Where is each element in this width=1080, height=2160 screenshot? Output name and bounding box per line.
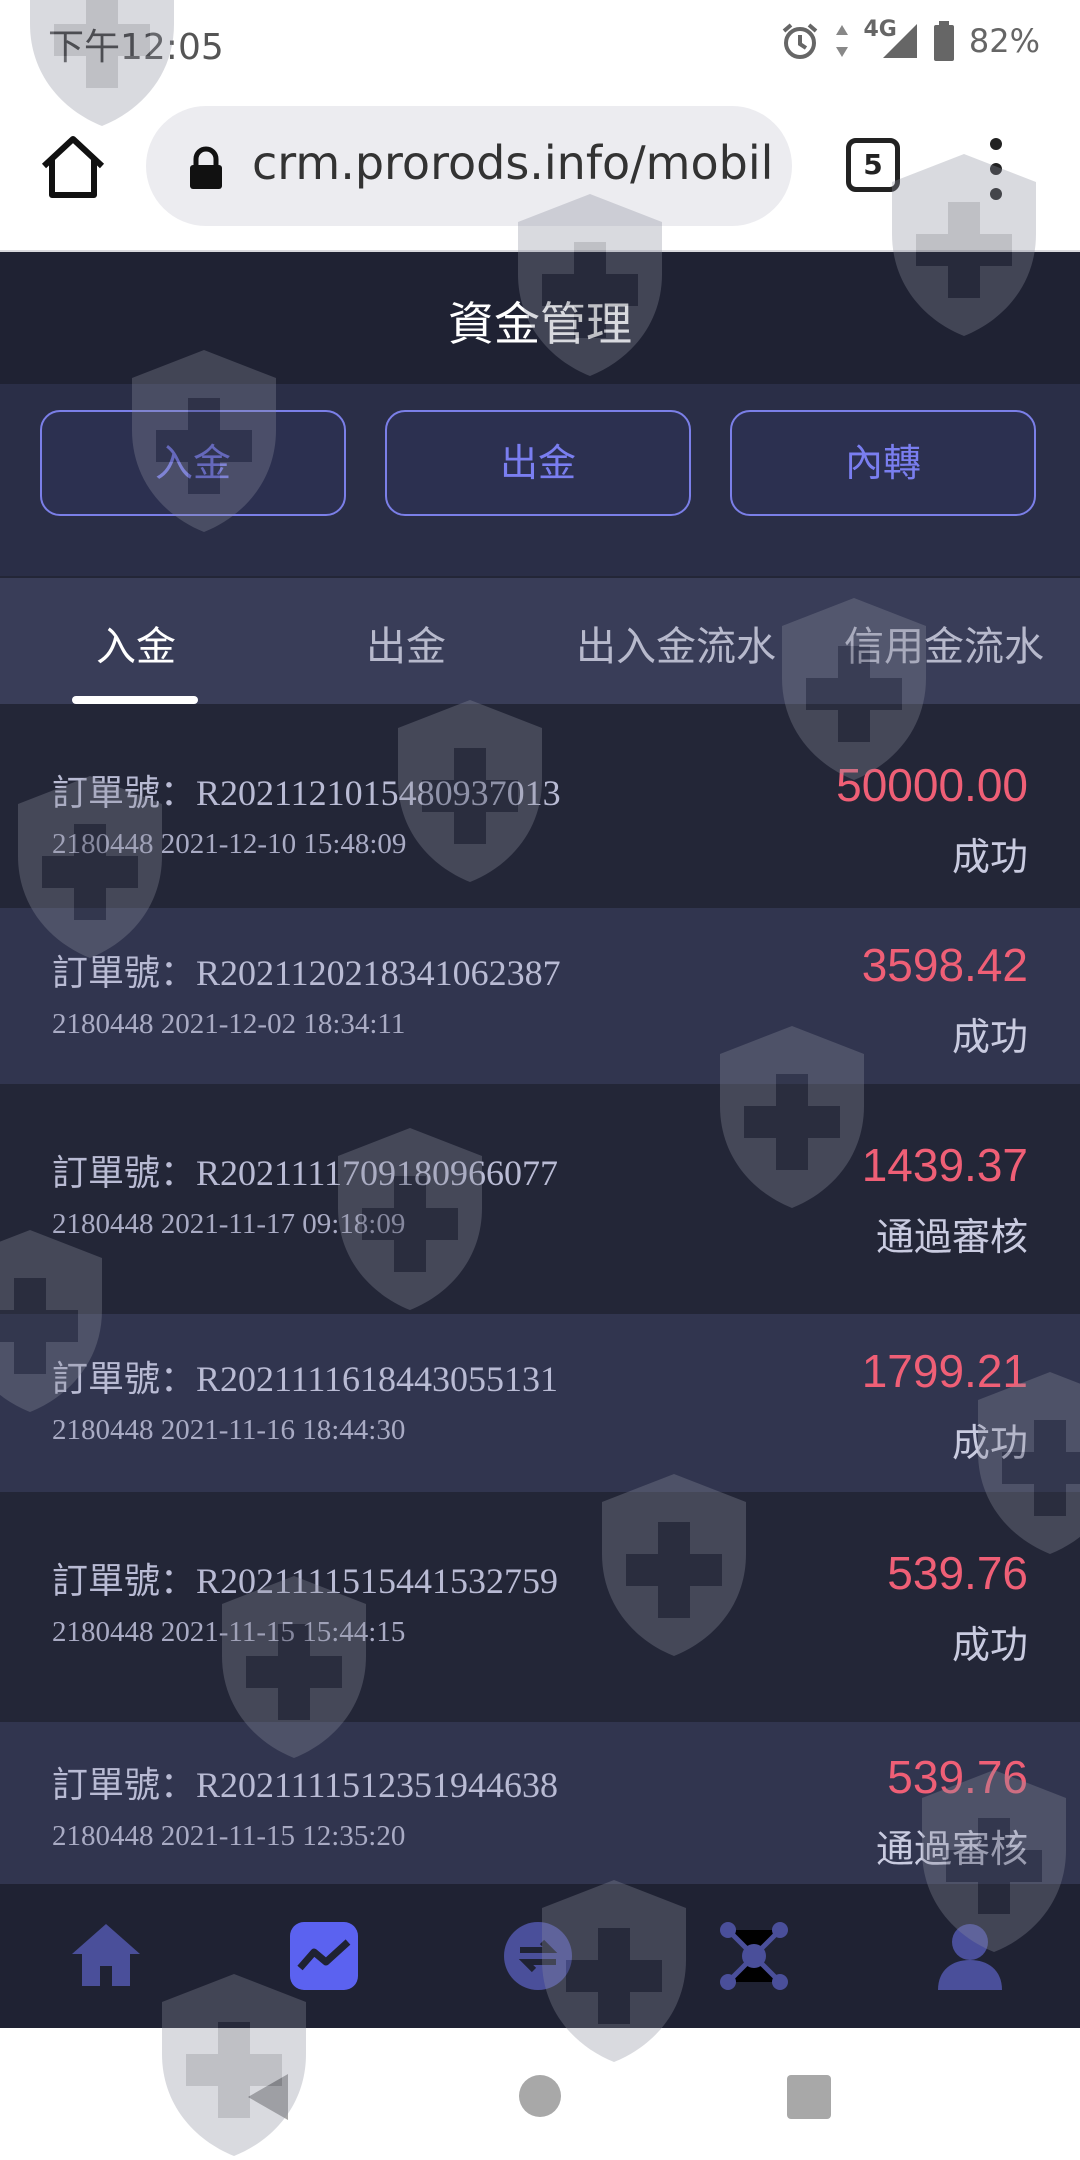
data-arrows-icon xyxy=(835,25,848,57)
account-id: 2180448 xyxy=(52,1820,154,1852)
account-id: 2180448 xyxy=(52,1208,154,1240)
status-icons: 4G 82% xyxy=(780,16,1040,66)
order-status: 通過審核 xyxy=(875,1215,1028,1259)
battery-icon xyxy=(933,21,954,61)
order-amount: 539.76 xyxy=(887,1547,1028,1599)
order-amount: 3598.42 xyxy=(861,939,1028,991)
back-icon[interactable] xyxy=(244,2072,290,2122)
list-item[interactable]: 訂單號：R2021111515441532759 2180448 2021-11… xyxy=(0,1492,1080,1722)
tab-deposit[interactable]: 入金 xyxy=(96,614,176,672)
order-status: 成功 xyxy=(951,1623,1028,1667)
status-time: 下午12:05 xyxy=(48,27,224,68)
order-status: 成功 xyxy=(951,1015,1028,1059)
recents-icon[interactable] xyxy=(786,2074,832,2120)
order-datetime: 2021-11-15 15:44:15 xyxy=(160,1616,406,1648)
withdraw-button[interactable]: 出金 xyxy=(385,410,691,516)
app-header: 資金管理 xyxy=(0,252,1080,384)
home-circle-icon[interactable] xyxy=(518,2074,562,2118)
order-number: 訂單號：R2021111512351944638 xyxy=(52,1765,559,1805)
order-meta: 2180448 2021-12-10 15:48:09 xyxy=(52,828,406,861)
order-meta: 2180448 2021-11-16 18:44:30 xyxy=(52,1414,405,1447)
order-status: 通過審核 xyxy=(875,1827,1028,1871)
status-bar: 下午12:05 4G 82% xyxy=(0,0,1080,84)
order-meta: 2180448 2021-11-15 15:44:15 xyxy=(52,1616,405,1649)
page-title: 資金管理 xyxy=(448,297,632,351)
order-status: 成功 xyxy=(951,1421,1028,1465)
order-meta: 2180448 2021-11-15 12:35:20 xyxy=(52,1820,405,1853)
order-number: 訂單號：R2021111709180966077 xyxy=(52,1153,559,1193)
account-id: 2180448 xyxy=(52,828,154,860)
list-item[interactable]: 訂單號：R2021111709180966077 2180448 2021-11… xyxy=(0,1084,1080,1314)
bottom-nav xyxy=(0,1884,1080,2028)
list-item[interactable]: 訂單號：R2021121015480937013 2180448 2021-12… xyxy=(0,704,1080,908)
deposit-button[interactable]: 入金 xyxy=(40,410,346,516)
order-datetime: 2021-11-16 18:44:30 xyxy=(160,1414,406,1446)
order-datetime: 2021-12-02 18:34:11 xyxy=(160,1008,406,1040)
tab-switcher-button[interactable]: 5 xyxy=(846,138,900,192)
order-number: 訂單號：R2021111515441532759 xyxy=(52,1561,559,1601)
order-meta: 2180448 2021-11-17 09:18:09 xyxy=(52,1208,405,1241)
list-item[interactable]: 訂單號：R2021120218341062387 2180448 2021-12… xyxy=(0,908,1080,1084)
chart-icon[interactable] xyxy=(286,1918,362,1994)
url-text[interactable]: crm.prorods.info/mobile xyxy=(252,136,772,190)
transfer-button[interactable]: 內轉 xyxy=(730,410,1036,516)
order-datetime: 2021-11-17 09:18:09 xyxy=(160,1208,406,1240)
list-item[interactable]: 訂單號：R2021111618443055131 2180448 2021-11… xyxy=(0,1314,1080,1492)
action-button-row: 入金 出金 內轉 xyxy=(0,384,1080,576)
address-bar[interactable]: crm.prorods.info/mobile xyxy=(146,106,792,226)
user-icon[interactable] xyxy=(932,1918,1008,1994)
network-type: 4G xyxy=(863,16,897,42)
exchange-icon[interactable] xyxy=(500,1918,576,1994)
browser-toolbar: crm.prorods.info/mobile 5 xyxy=(0,84,1080,252)
order-status: 成功 xyxy=(951,835,1028,879)
order-number: 訂單號：R2021111618443055131 xyxy=(52,1359,559,1399)
home-icon[interactable] xyxy=(38,132,108,202)
order-list: 訂單號：R2021121015480937013 2180448 2021-12… xyxy=(0,704,1080,1884)
order-datetime: 2021-11-15 12:35:20 xyxy=(160,1820,406,1852)
order-number: 訂單號：R2021121015480937013 xyxy=(52,773,561,813)
account-id: 2180448 xyxy=(52,1008,154,1040)
tab-credit-flow[interactable]: 信用金流水 xyxy=(844,614,1044,672)
home-icon[interactable] xyxy=(68,1918,144,1994)
order-amount: 1439.37 xyxy=(861,1139,1028,1191)
account-id: 2180448 xyxy=(52,1616,154,1648)
list-item[interactable]: 訂單號：R2021111512351944638 2180448 2021-11… xyxy=(0,1722,1080,1884)
tab-withdraw[interactable]: 出金 xyxy=(366,614,446,672)
system-nav-bar xyxy=(0,2028,1080,2160)
battery-level: 82% xyxy=(968,22,1040,60)
order-amount: 1799.21 xyxy=(861,1345,1028,1397)
order-amount: 539.76 xyxy=(887,1751,1028,1803)
tab-fund-flow[interactable]: 出入金流水 xyxy=(576,614,776,672)
network-icon[interactable] xyxy=(716,1918,792,1994)
overflow-menu-icon[interactable] xyxy=(984,136,1008,202)
lock-icon xyxy=(190,146,222,189)
active-tab-indicator xyxy=(72,696,198,704)
order-amount: 50000.00 xyxy=(836,759,1028,811)
order-meta: 2180448 2021-12-02 18:34:11 xyxy=(52,1008,405,1041)
order-number: 訂單號：R2021120218341062387 xyxy=(52,953,561,993)
account-id: 2180448 xyxy=(52,1414,154,1446)
tab-bar: 入金 出金 出入金流水 信用金流水 xyxy=(0,578,1080,704)
order-datetime: 2021-12-10 15:48:09 xyxy=(160,828,407,860)
alarm-icon xyxy=(782,23,817,59)
